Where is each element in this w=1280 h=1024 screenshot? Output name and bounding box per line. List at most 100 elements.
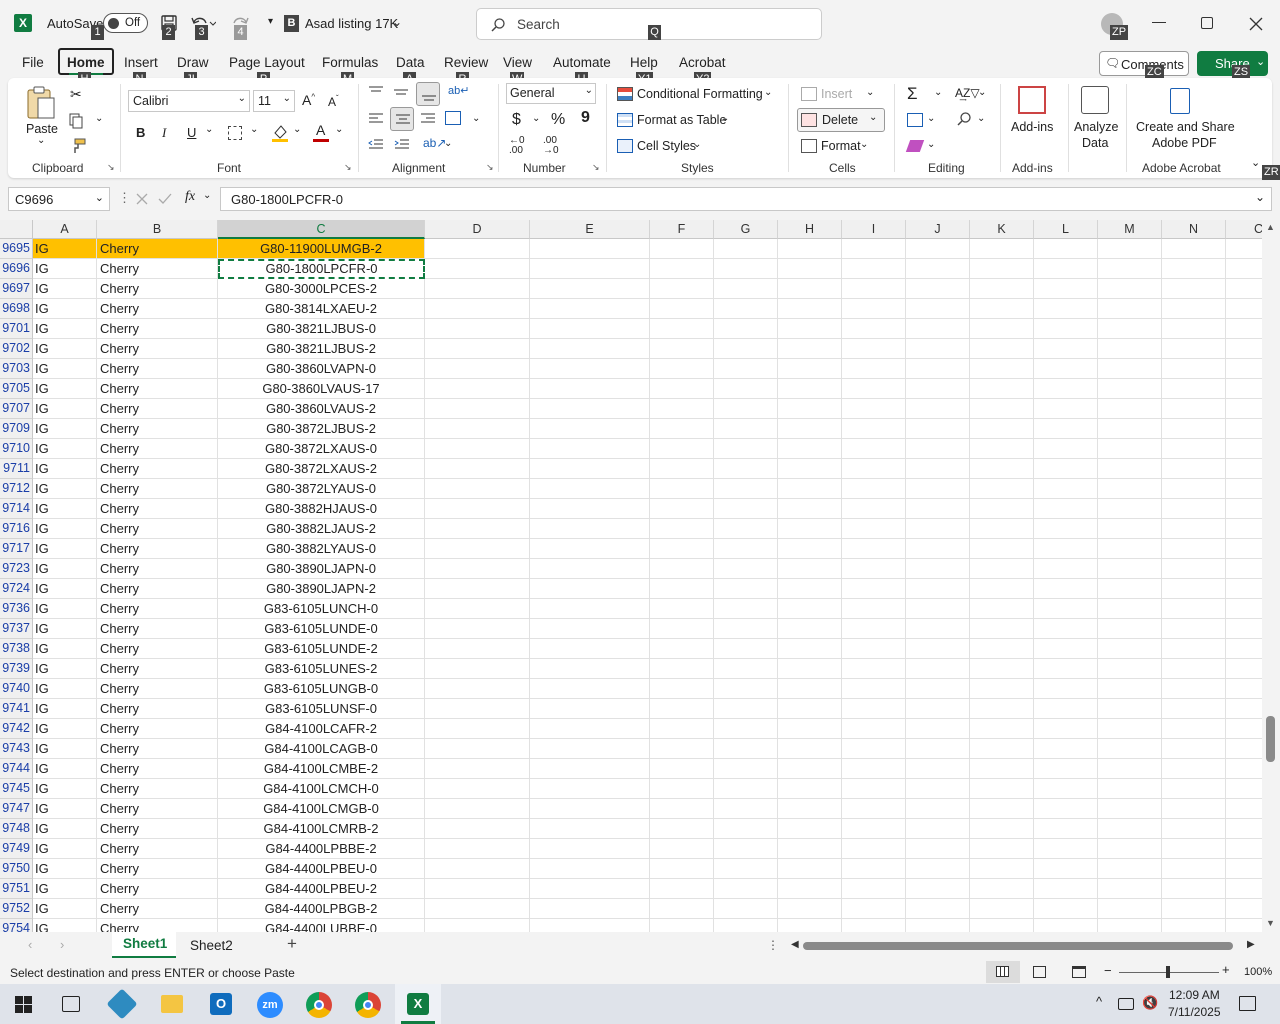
number-format-select[interactable]: General ⌄	[506, 83, 596, 104]
cell-a[interactable]: IG	[33, 739, 97, 759]
format-as-table-icon[interactable]	[617, 113, 633, 127]
cell-b[interactable]: Cherry	[97, 319, 218, 339]
column-header[interactable]: H	[778, 220, 842, 239]
font-name-select[interactable]: Calibri ⌄	[128, 90, 250, 112]
cell-c[interactable]: G84-4100LCAFR-2	[218, 719, 425, 739]
row-number[interactable]: 9707	[0, 399, 33, 419]
row-number[interactable]: 9702	[0, 339, 33, 359]
orientation-chevron-icon[interactable]: ⌄	[444, 138, 452, 149]
create-pdf-line1[interactable]: Create and Share	[1136, 120, 1235, 134]
bold-button[interactable]: B	[136, 125, 145, 140]
cell-b[interactable]: Cherry	[97, 499, 218, 519]
autosum-chevron-icon[interactable]: ⌄	[934, 87, 942, 98]
cell-c[interactable]: G83-6105LUNSF-0	[218, 699, 425, 719]
expand-formula-icon[interactable]: ⌄	[1255, 190, 1265, 204]
borders-icon[interactable]	[228, 126, 242, 140]
excel-taskbar-button[interactable]: X	[395, 984, 441, 1024]
row-number[interactable]: 9710	[0, 439, 33, 459]
row-number[interactable]: 9749	[0, 839, 33, 859]
cell-c[interactable]: G80-3872LYAUS-0	[218, 479, 425, 499]
clock-time[interactable]: 12:09 AM	[1169, 988, 1220, 1002]
cell-a[interactable]: IG	[33, 559, 97, 579]
column-header[interactable]: D	[425, 220, 530, 239]
row-number[interactable]: 9698	[0, 299, 33, 319]
zoom-in-icon[interactable]: +	[1222, 962, 1230, 977]
scroll-left-icon[interactable]: ◀	[791, 939, 799, 950]
cell-b[interactable]: Cherry	[97, 239, 218, 259]
font-color-chevron-icon[interactable]: ⌄	[335, 124, 343, 135]
row-number[interactable]: 9717	[0, 539, 33, 559]
comments-button[interactable]: 🗨 Comments	[1099, 51, 1189, 76]
currency-chevron-icon[interactable]: ⌄	[532, 113, 540, 124]
cell-c[interactable]: G84-4400LPBEU-0	[218, 859, 425, 879]
row-number[interactable]: 9745	[0, 779, 33, 799]
cell-c[interactable]: G84-4400LPBBE-2	[218, 839, 425, 859]
decrease-indent-icon[interactable]	[368, 138, 384, 152]
add-sheet-icon[interactable]: +	[287, 934, 297, 954]
customize-qat-icon[interactable]: ▾	[268, 16, 273, 27]
cell-a[interactable]: IG	[33, 639, 97, 659]
tab-data[interactable]: Data	[396, 55, 425, 70]
select-all-corner[interactable]	[0, 220, 33, 239]
cell-a[interactable]: IG	[33, 599, 97, 619]
cell-a[interactable]: IG	[33, 319, 97, 339]
cell-b[interactable]: Cherry	[97, 259, 218, 279]
increase-font-icon[interactable]: A^	[302, 92, 315, 108]
normal-view-button[interactable]	[986, 961, 1020, 983]
row-number[interactable]: 9740	[0, 679, 33, 699]
right-align-icon[interactable]	[420, 112, 436, 126]
scroll-up-icon[interactable]: ▲	[1266, 222, 1275, 232]
cell-b[interactable]: Cherry	[97, 559, 218, 579]
cell-b[interactable]: Cherry	[97, 759, 218, 779]
row-number[interactable]: 9750	[0, 859, 33, 879]
cell-b[interactable]: Cherry	[97, 459, 218, 479]
left-align-icon[interactable]	[368, 112, 384, 126]
cell-b[interactable]: Cherry	[97, 779, 218, 799]
chrome-profile-icon[interactable]	[355, 992, 381, 1018]
chrome-icon[interactable]	[306, 992, 332, 1018]
cell-a[interactable]: IG	[33, 879, 97, 899]
file-name[interactable]: Asad listing 17K	[305, 16, 398, 31]
cell-c[interactable]: G80-3821LJBUS-0	[218, 319, 425, 339]
cell-styles-icon[interactable]	[617, 139, 633, 153]
cell-c[interactable]: G84-4100LCMRB-2	[218, 819, 425, 839]
sheet-tab-2[interactable]: Sheet2	[190, 938, 233, 953]
cell-a[interactable]: IG	[33, 619, 97, 639]
cell-a[interactable]: IG	[33, 479, 97, 499]
cell-b[interactable]: Cherry	[97, 679, 218, 699]
conditional-formatting-icon[interactable]	[617, 87, 633, 101]
cell-a[interactable]: IG	[33, 439, 97, 459]
minimize-icon[interactable]	[1152, 22, 1166, 23]
paste-chevron-icon[interactable]: ⌄	[37, 135, 45, 146]
font-size-select[interactable]: 11 ⌄	[253, 90, 295, 112]
row-number[interactable]: 9709	[0, 419, 33, 439]
chevron-down-icon[interactable]: ⌄	[392, 15, 402, 29]
selected-cell[interactable]: G80-1800LPCFR-0	[218, 259, 425, 279]
cell-c[interactable]: G84-4100LCMGB-0	[218, 799, 425, 819]
top-align-icon[interactable]	[368, 85, 384, 99]
autosave-toggle[interactable]: Off	[103, 13, 148, 33]
column-header[interactable]: G	[714, 220, 778, 239]
cell-a[interactable]: IG	[33, 539, 97, 559]
row-number[interactable]: 9712	[0, 479, 33, 499]
cell-a[interactable]: IG	[33, 699, 97, 719]
cell-a[interactable]: IG	[33, 279, 97, 299]
cell-a[interactable]: IG	[33, 379, 97, 399]
task-view-icon[interactable]	[62, 996, 80, 1012]
chevron-down-icon[interactable]: ⌄	[764, 87, 772, 98]
row-number[interactable]: 9696	[0, 259, 33, 279]
cell-b[interactable]: Cherry	[97, 539, 218, 559]
row-number[interactable]: 9723	[0, 559, 33, 579]
sort-filter-chevron-icon[interactable]: ⌄	[978, 87, 986, 98]
cell-b[interactable]: Cherry	[97, 479, 218, 499]
tab-formulas[interactable]: Formulas	[322, 55, 378, 70]
column-header[interactable]: M	[1098, 220, 1162, 239]
find-chevron-icon[interactable]: ⌄	[977, 113, 985, 124]
cell-c[interactable]: G80-3000LPCES-2	[218, 279, 425, 299]
prev-sheet-icon[interactable]: ‹	[28, 937, 32, 952]
conditional-formatting-button[interactable]: Conditional Formatting	[637, 87, 763, 101]
cell-b[interactable]: Cherry	[97, 399, 218, 419]
clipboard-launcher-icon[interactable]: ↘	[107, 162, 115, 173]
vertical-scrollbar[interactable]: ▲ ▼	[1262, 220, 1280, 932]
row-number[interactable]: 9742	[0, 719, 33, 739]
